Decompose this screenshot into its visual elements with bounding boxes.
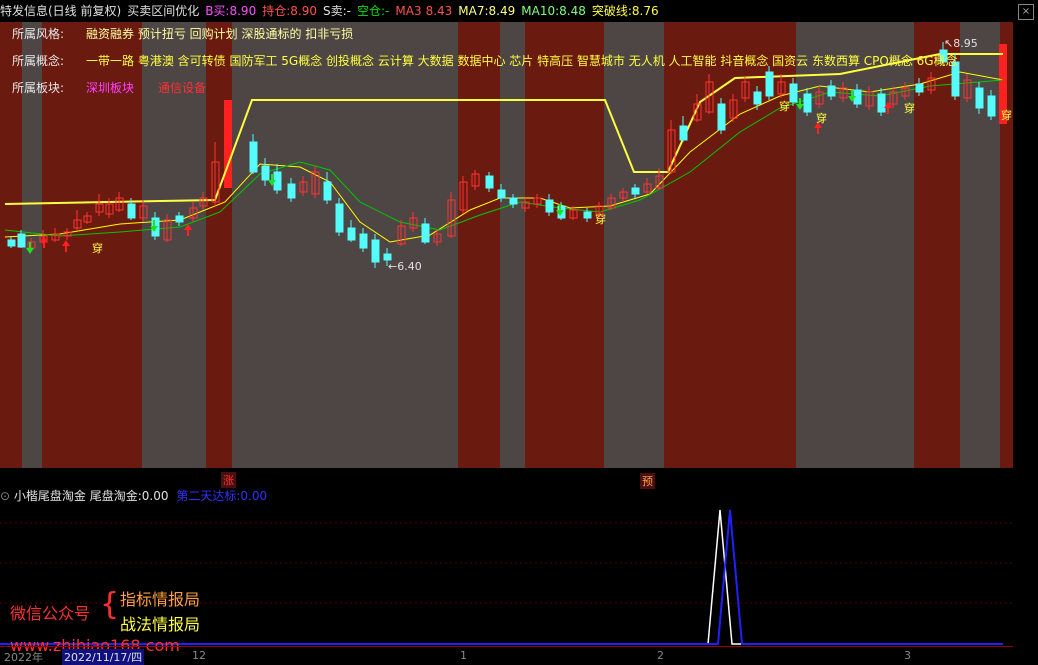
price-axis[interactable] (1013, 22, 1038, 468)
candle-body (17, 233, 26, 248)
indicator-name[interactable]: 买卖区间优化 (127, 4, 199, 18)
ma3-label: MA3 (395, 4, 422, 18)
candle-body (789, 83, 798, 103)
tail-gold-label: 尾盘淘金: (89, 489, 142, 503)
gray-band (604, 22, 664, 468)
candle-body (803, 93, 812, 113)
empty-label: 空仓: (356, 4, 386, 18)
candle-body (987, 95, 996, 117)
candle-body (7, 239, 16, 247)
chuan-marker: 穿 (595, 213, 606, 226)
empty-value: - (385, 4, 390, 18)
sector-value-telecom: 通信设备 (158, 81, 207, 95)
hold-value: 8.90 (290, 4, 317, 18)
concept-value: 一带一路 粤港澳 含可转债 国防军工 5G概念 创投概念 云计算 大数据 数据中… (86, 54, 958, 68)
high-price-value: 8.95 (953, 37, 978, 50)
style-value: 融资融券 预计扭亏 回购计划 深股通标的 扣非亏损 (86, 27, 354, 41)
chart-header: 特发信息(日线 前复权) 买卖区间优化 B买:8.90 持仓:8.90 S卖:- 空仓:-… (0, 0, 1038, 22)
ma3-value: 8.43 (425, 4, 453, 18)
watermark-line1: 指标情报局 (120, 590, 201, 609)
sub-chart-header: ⊙ 小楷尾盘淘金 尾盘淘金:0.00 第二天达标:0.00 (0, 487, 1038, 505)
gray-band (500, 22, 525, 468)
axis-month-1: 1 (460, 649, 467, 662)
candle-body (127, 203, 136, 219)
candle-body (631, 187, 640, 195)
ma7-value: 8.49 (488, 4, 516, 18)
s-sell-label: S卖: (322, 4, 347, 18)
collapse-icon[interactable]: ⊙ (0, 489, 10, 503)
candle-body (497, 189, 506, 199)
candle-body (827, 85, 836, 97)
candle-body (335, 203, 344, 233)
candle-body (175, 215, 184, 223)
candle-body (347, 227, 356, 241)
axis-month-2: 2 (657, 649, 664, 662)
candle-body (975, 87, 984, 109)
sector-value-shenzhen: 深圳板块 (86, 81, 135, 95)
sector-label: 所属板块: (12, 81, 65, 95)
ma10-label: MA10: (521, 4, 560, 18)
low-price-label: ←6.40 (388, 260, 422, 273)
chuan-marker: 穿 (1001, 109, 1012, 122)
next-day-value: 0.00 (240, 489, 268, 503)
b-buy-label: B买: (205, 4, 230, 18)
axis-month-3: 3 (904, 649, 911, 662)
brace-icon: { (100, 587, 120, 622)
candle-body (717, 103, 726, 131)
candle-body (877, 93, 886, 113)
chuan-marker: 穿 (779, 100, 790, 113)
candle-body (359, 233, 368, 249)
high-price-label: ↖8.95 (944, 37, 978, 50)
ma7-label: MA7: (458, 4, 489, 18)
close-icon: × (1021, 6, 1031, 17)
wechat-label: 微信公众号 (10, 604, 91, 623)
breakout-value: 8.76 (631, 4, 659, 18)
axis-month-12: 12 (192, 649, 206, 662)
s-sell-value: - (346, 4, 351, 18)
style-label: 所属风格: (12, 27, 65, 41)
b-buy-value: 8.90 (229, 4, 257, 18)
candle-body (287, 183, 296, 199)
candle-body (753, 91, 762, 105)
tail-gold-value: 0.00 (141, 489, 169, 503)
candle-body (421, 223, 430, 243)
candle-body (583, 211, 592, 219)
close-button[interactable]: × (1018, 4, 1034, 20)
chuan-marker: 穿 (816, 112, 827, 125)
candle-body (765, 71, 774, 97)
candle-body (323, 181, 332, 201)
low-price-value: 6.40 (397, 260, 422, 273)
gray-band (232, 22, 458, 468)
ma10-value: 8.48 (559, 4, 586, 18)
hold-label: 持仓: (262, 4, 291, 18)
chuan-marker: 穿 (92, 242, 103, 255)
candle-body (485, 175, 494, 189)
candle-body (545, 199, 554, 213)
candle-body (371, 239, 380, 263)
sub-indicator-name[interactable]: 小楷尾盘淘金 (14, 489, 86, 503)
candle-body (915, 83, 924, 93)
concept-label: 所属概念: (12, 54, 65, 68)
stock-title[interactable]: 特发信息(日线 前复权) (0, 4, 121, 18)
watermark-line2: 战法情报局 (120, 615, 201, 634)
main-chart[interactable] (0, 22, 1013, 468)
zhang-marker: 涨 (221, 472, 236, 488)
candle-body (509, 197, 518, 205)
candle-body (679, 125, 688, 141)
chuan-marker: 穿 (904, 102, 915, 115)
candle-body (261, 165, 270, 181)
candle-body (249, 141, 258, 173)
breakout-label: 突破线: (591, 4, 632, 18)
next-day-label: 第二天达标: (176, 489, 241, 503)
time-axis[interactable]: 2022年 2022/11/17/四 12 1 2 3 (0, 646, 1038, 665)
